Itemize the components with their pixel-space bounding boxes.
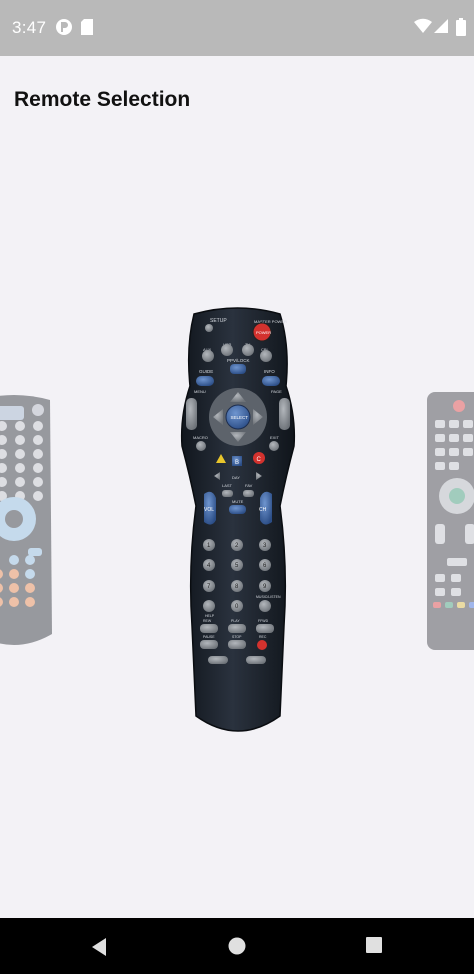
sd-card-icon	[80, 18, 94, 41]
music-label: MUSIC/LISTEN	[256, 595, 281, 599]
power-label: POWER	[256, 330, 271, 335]
setup-label: SETUP	[210, 318, 227, 324]
guide-button[interactable]	[196, 376, 214, 386]
vol-label: VOL	[204, 507, 214, 513]
mute-label: MUTE	[232, 499, 244, 504]
stop-button[interactable]	[228, 640, 246, 649]
ffwd-label: FFWD	[258, 619, 269, 623]
play-label: PLAY	[231, 619, 240, 623]
ch-label: CH	[259, 507, 267, 513]
c-label: C	[257, 457, 262, 463]
status-time: 3:47	[12, 18, 47, 37]
battery-icon	[456, 18, 466, 41]
page-label: PAGE	[271, 389, 282, 394]
vcr-button[interactable]	[221, 344, 233, 356]
recents-icon[interactable]	[365, 936, 383, 959]
macro-button[interactable]	[196, 441, 206, 451]
last-label: LAST	[222, 483, 233, 488]
wifi-icon	[414, 18, 432, 39]
pause-label: PAUSE	[203, 635, 215, 639]
bottom-left-button[interactable]	[208, 656, 228, 664]
exit-button[interactable]	[269, 441, 279, 451]
cbl-button[interactable]	[260, 350, 272, 362]
ppv-lock-button[interactable]	[230, 364, 246, 374]
rec-button[interactable]	[257, 640, 267, 650]
stop-label: STOP	[232, 635, 242, 639]
b-label: B	[235, 460, 239, 466]
rec-label: REC	[259, 635, 267, 639]
remote-right-preview[interactable]	[425, 392, 474, 655]
menu-label: MENU	[194, 389, 206, 394]
help-button[interactable]	[203, 600, 215, 612]
signal-icon	[434, 18, 448, 39]
page-button[interactable]	[279, 398, 290, 430]
home-icon[interactable]	[227, 936, 247, 961]
fav-label: FAV	[245, 483, 253, 488]
aux-button[interactable]	[202, 350, 214, 362]
select-label: SELECT	[231, 415, 249, 420]
day-label: DAY	[232, 475, 240, 480]
pause-button[interactable]	[200, 640, 218, 649]
play-button[interactable]	[228, 624, 246, 633]
fav-button[interactable]	[243, 490, 254, 497]
navigation-bar	[0, 918, 474, 974]
rew-button[interactable]	[200, 624, 218, 633]
page-title: Remote Selection	[14, 88, 191, 111]
remote-left-preview[interactable]	[0, 394, 56, 657]
guide-label: GUIDE	[199, 369, 213, 374]
ppv-lock-label: PPV/LOCK	[227, 358, 250, 363]
macro-label: MACRO	[193, 435, 208, 440]
bottom-right-button[interactable]	[246, 656, 266, 664]
status-bar: 3:47	[0, 0, 474, 56]
last-button[interactable]	[222, 490, 233, 497]
info-label: INFO	[264, 369, 275, 374]
tv-button[interactable]	[242, 344, 254, 356]
exit-label: EXIT	[270, 435, 279, 440]
music-button[interactable]	[259, 600, 271, 612]
menu-button[interactable]	[186, 398, 197, 430]
info-button[interactable]	[262, 376, 280, 386]
mute-button[interactable]	[229, 505, 246, 514]
help-label: HELP	[205, 614, 215, 618]
rew-label: REW	[203, 619, 212, 623]
remote-center-selected[interactable]: SETUP MASTER POWER POWER AUX VCR TV CBL …	[176, 306, 300, 747]
ffwd-button[interactable]	[256, 624, 274, 633]
back-icon[interactable]	[88, 936, 110, 963]
p-badge-icon	[55, 18, 73, 41]
setup-button[interactable]	[205, 324, 213, 332]
